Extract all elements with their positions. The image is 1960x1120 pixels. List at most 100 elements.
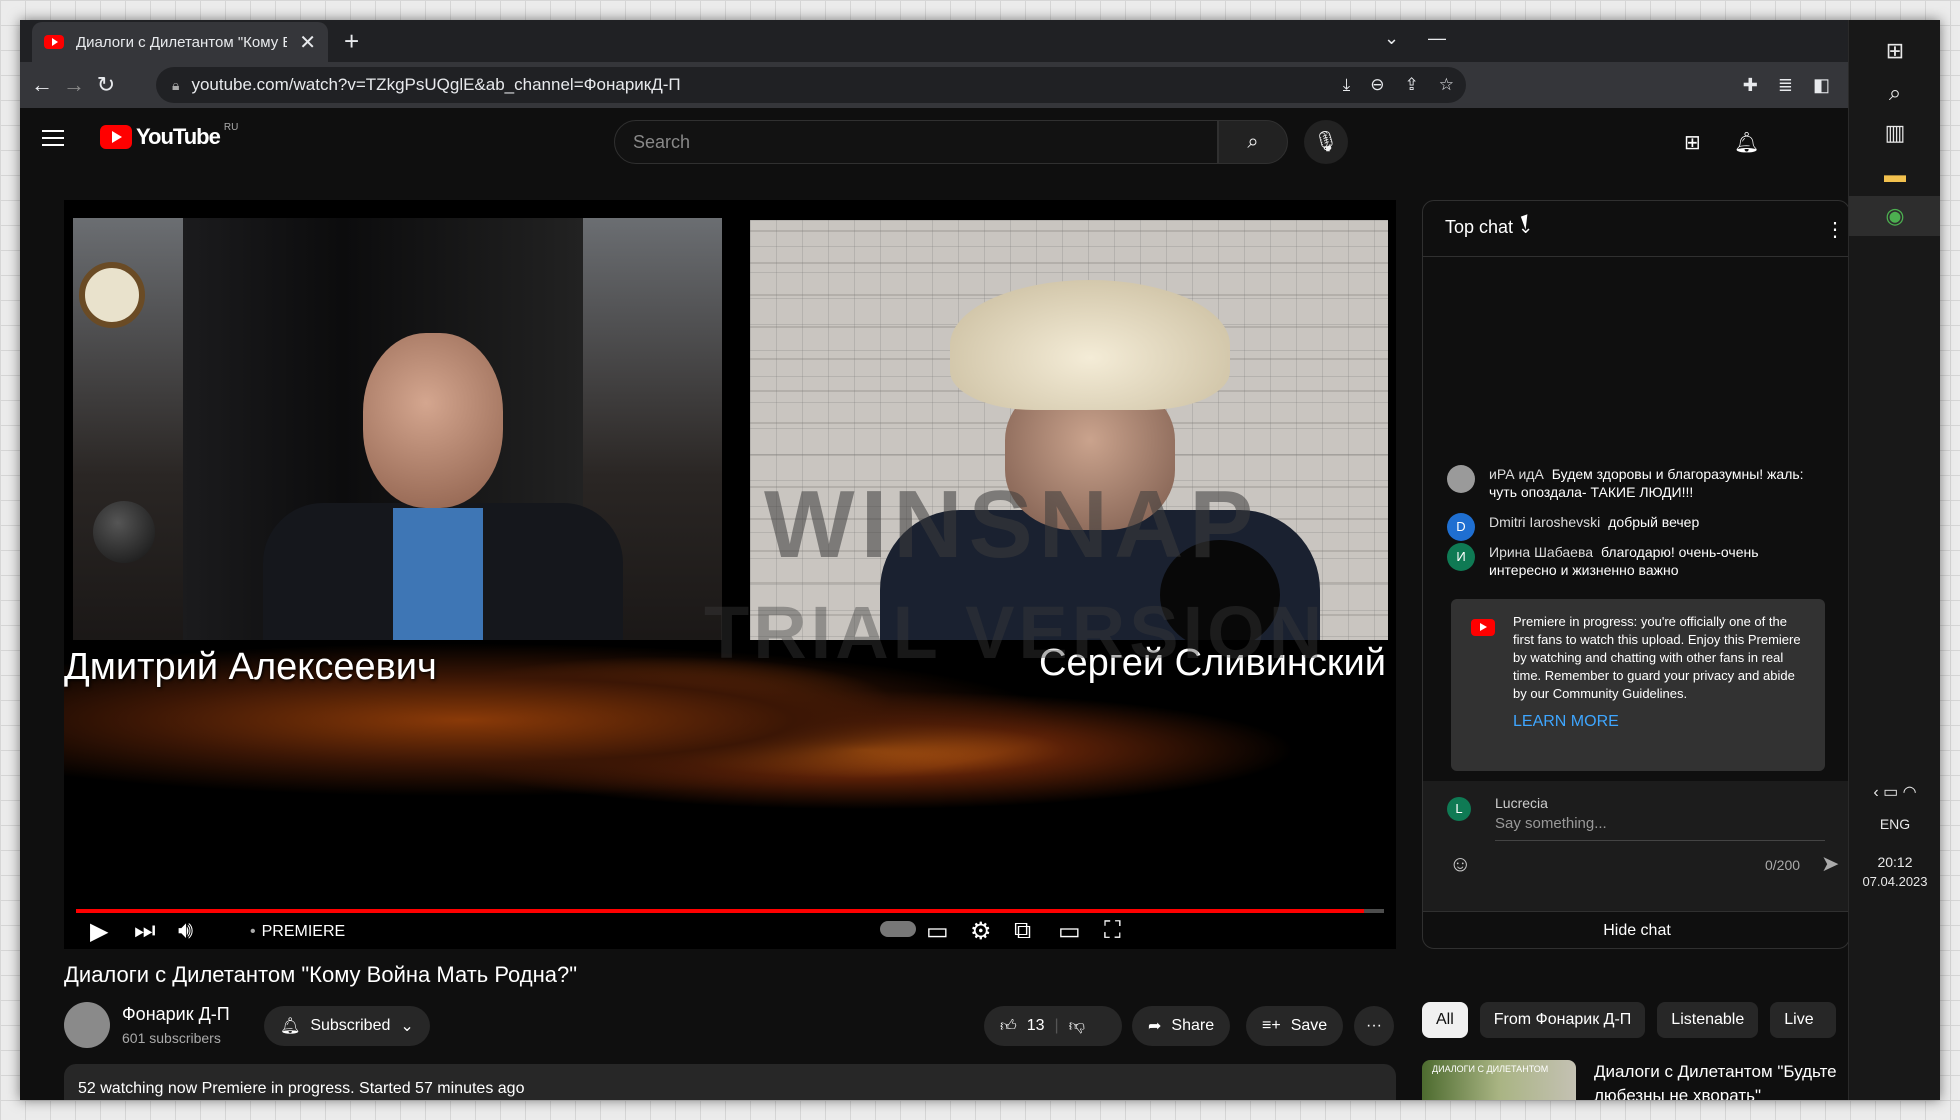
chat-avatar: И [1447,543,1475,571]
chat-avatar: D [1447,513,1475,541]
minimize-icon[interactable]: — [1428,28,1446,49]
url-text: youtube.com/watch?v=TZkgPsUQglE&ab_chann… [191,75,681,94]
tray-icons[interactable]: ‹ ▭ ◠ [1849,782,1940,802]
emoji-icon[interactable]: ☺ [1449,851,1471,877]
zoom-icon[interactable]: ⊖ [1370,75,1384,95]
browser-tab[interactable]: Диалоги с Дилетантом "Кому В ✕ [32,22,328,62]
search-button[interactable]: ⌕ [1218,120,1288,164]
create-video-icon[interactable]: ⊞ [1684,130,1701,155]
search-input[interactable]: Search [614,120,1218,164]
task-view-icon[interactable]: ▥ [1849,120,1940,146]
theater-mode-icon[interactable]: ▭ [1058,917,1081,946]
progress-fill [76,909,1365,913]
chat-author[interactable]: Ирина Шабаева [1489,544,1593,560]
notice-text: Premiere in progress: you're officially … [1513,614,1801,701]
toolbar: ← → ↻ 🔒︎ youtube.com/watch?v=TZkgPsUQglE… [20,62,1850,108]
left-speaker-video [73,218,722,663]
premiere-label: PREMIERE [250,923,346,941]
play-icon[interactable]: ▶ [90,917,108,946]
chip-all[interactable]: All [1422,1002,1468,1038]
channel-avatar[interactable] [64,1002,110,1048]
chat-message: иРА идА Будем здоровы и благоразумны! жал… [1447,465,1827,501]
chevron-down-icon: ⌄ [400,1018,414,1035]
chat-author[interactable]: Dmitri Iaroshevski [1489,514,1600,530]
save-button[interactable]: ≡+ Save [1246,1006,1344,1046]
extensions-icon[interactable]: ✚ [1743,75,1758,96]
subtitles-icon[interactable]: ▭ [926,917,949,946]
watermark-subtitle: TRIAL VERSION [704,591,1327,674]
channel-name[interactable]: Фонарик Д-П [122,1004,230,1025]
learn-more-link[interactable]: LEARN MORE [1513,713,1809,731]
subscribed-button[interactable]: 🔔︎ Subscribed ⌄ [264,1006,430,1046]
share-button[interactable]: ➦ Share [1132,1006,1231,1046]
install-icon[interactable]: ⤓ [1343,75,1351,95]
side-panel-icon[interactable]: ◧ [1813,75,1830,96]
chat-message: И Ирина Шабаева благодарю! очень-очень ин… [1447,543,1827,579]
left-speaker-face [363,333,503,508]
chat-text: добрый вечер [1608,514,1700,530]
reading-list-icon[interactable]: ≣ [1778,75,1793,96]
left-speaker-name: Дмитрий Алексеевич [64,646,437,688]
more-options-icon[interactable]: ⋮ [1825,217,1845,242]
like-count: 13 [1026,1017,1045,1034]
reload-icon[interactable]: ↻ [86,72,126,98]
windows-taskbar: ⊞ ⌕ ▥ ▬ ◉ ‹ ▭ ◠ ENG 20:12 07.04.2023 [1848,20,1940,1100]
chip-listenable[interactable]: Listenable [1657,1002,1759,1038]
notifications-bell-icon[interactable]: 🔔︎ [1734,130,1759,155]
like-icon[interactable]: 👍︎ [1000,1017,1017,1036]
recommended-title: Диалоги с Дилетантом "Будьте любезны не … [1594,1062,1837,1100]
new-tab-button[interactable]: + [344,26,359,57]
next-icon[interactable]: ⏭︎ [134,917,156,945]
clock-date[interactable]: 07.04.2023 [1849,874,1940,889]
description-box[interactable]: 52 watching now Premiere in progress. St… [64,1064,1396,1100]
right-speaker-video [750,220,1388,650]
language-indicator[interactable]: ENG [1849,816,1940,832]
premiere-notice: Premiere in progress: you're officially … [1451,599,1825,771]
share-page-icon[interactable]: ⇪ [1405,75,1419,95]
top-chat-selector[interactable]: Top chat [1445,217,1513,237]
chrome-icon[interactable]: ◉ [1849,196,1940,236]
clock-time[interactable]: 20:12 [1849,854,1940,870]
fullscreen-icon[interactable]: ⛶ [1104,917,1121,945]
char-count: 0/200 [1765,857,1801,873]
chat-input-area: L Lucrecia Say something... ☺ 0/200 ➤ [1423,781,1849,911]
chip-from-channel[interactable]: From Фонарик Д-П [1479,1002,1646,1038]
bookmark-star-icon[interactable]: ☆ [1439,75,1454,95]
video-title: Диалоги с Дилетантом "Кому Война Мать Ро… [64,962,578,987]
cowboy-hat [950,280,1230,410]
youtube-header: YouTube RU Search ⌕ 🎙︎ ⊞ 🔔︎ [20,108,1850,176]
recommended-video[interactable]: ДИАЛОГИ С ДИЛЕТАНТОМ Диалоги с Дилетанто… [1422,1060,1850,1100]
miniplayer-icon[interactable]: ⧉ [1014,917,1031,945]
file-explorer-icon[interactable]: ▬ [1849,162,1940,188]
globe [93,501,155,563]
address-bar[interactable]: 🔒︎ youtube.com/watch?v=TZkgPsUQglE&ab_ch… [156,67,1466,103]
chat-author[interactable]: иРА идА [1489,466,1544,482]
dislike-icon[interactable]: 👎︎ [1069,1017,1085,1036]
video-player[interactable]: Дмитрий Алексеевич Сергей Сливинский WIN… [64,200,1396,949]
search-icon[interactable]: ⌕ [1849,80,1940,106]
send-icon[interactable]: ➤ [1821,851,1839,877]
hide-chat-button[interactable]: Hide chat [1423,911,1849,948]
voice-search-button[interactable]: 🎙︎ [1304,120,1348,164]
chip-live[interactable]: Live [1770,1002,1837,1038]
youtube-icon [1471,619,1495,636]
settings-gear-icon[interactable]: ⚙ [970,917,992,946]
more-actions-button[interactable]: ··· [1354,1006,1394,1046]
progress-bar[interactable] [76,909,1384,913]
menu-icon[interactable] [42,130,64,146]
filter-chips: All From Фонарик Д-П Listenable Live › [1422,1002,1855,1038]
search-icon: ⌕ [1247,131,1259,153]
bell-icon: 🔔︎ [280,1018,301,1035]
browser-window: Диалоги с Дилетантом "Кому В ✕ + ⌄ — ← →… [20,20,1940,1100]
tab-close-icon[interactable]: ✕ [299,30,316,55]
youtube-logo[interactable]: YouTube RU [100,122,238,150]
chat-avatar [1447,465,1475,493]
volume-icon[interactable]: 🔊︎ [178,917,193,945]
tab-search-icon[interactable]: ⌄ [1384,28,1399,49]
tab-title: Диалоги с Дилетантом "Кому В [76,33,288,51]
autoplay-toggle[interactable] [880,921,916,937]
chat-input[interactable]: Say something... [1495,815,1825,841]
chat-header: Top chat ⌄ ⋮ [1423,201,1849,257]
windows-start-icon[interactable]: ⊞ [1849,38,1940,64]
youtube-logo-icon [100,125,132,149]
